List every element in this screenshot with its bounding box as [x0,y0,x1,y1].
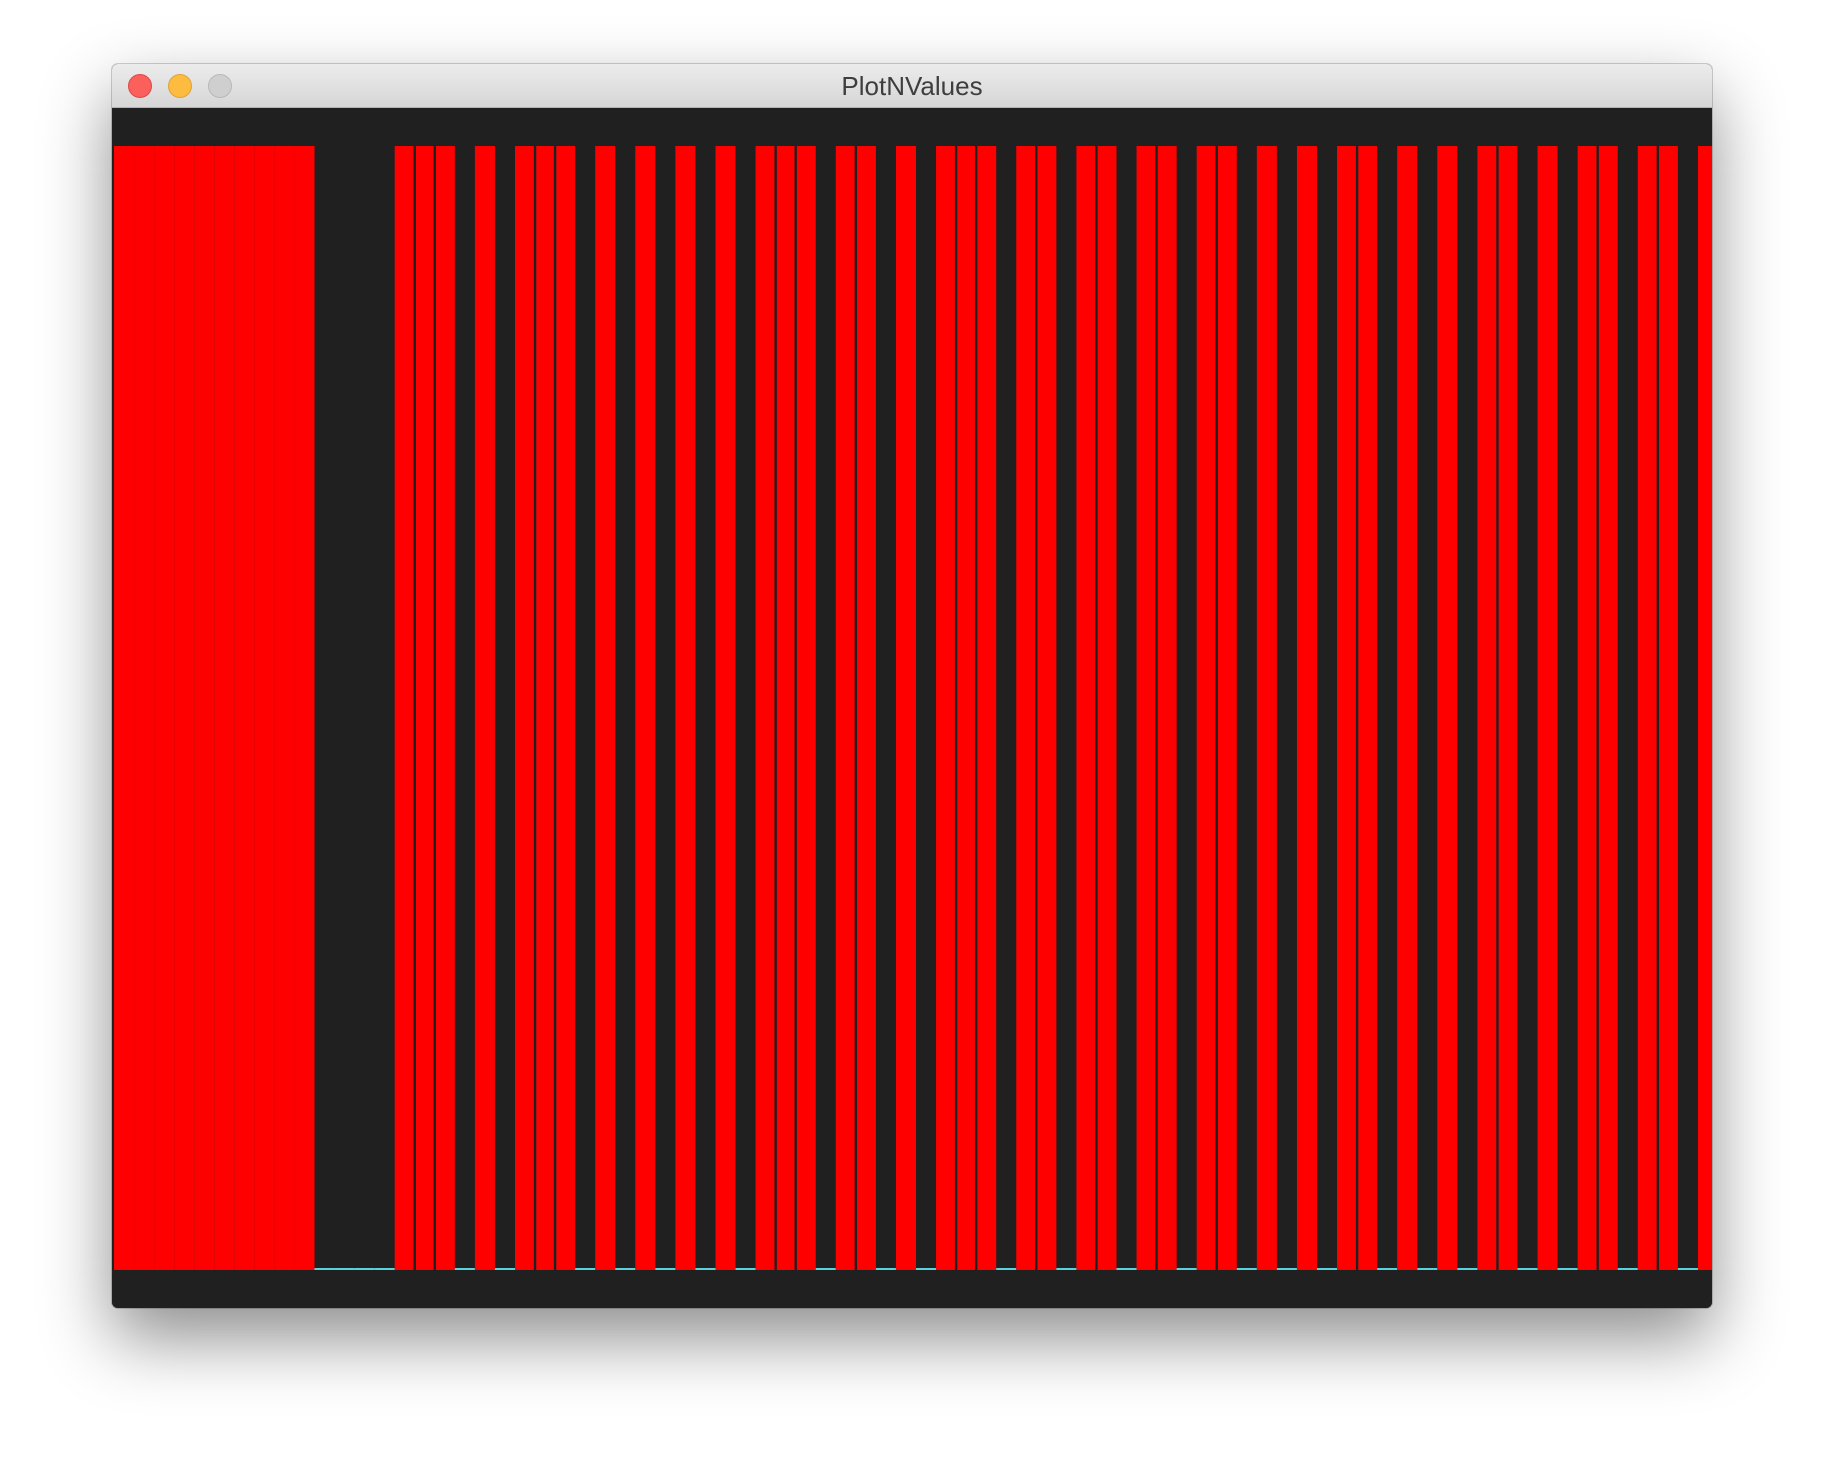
bar [434,146,455,1270]
bar [835,146,856,1270]
bar [1497,146,1518,1270]
bar [174,146,195,1270]
bar [976,146,997,1270]
bar [1136,146,1157,1270]
bar [595,146,616,1270]
bar [1256,146,1277,1270]
bar-separator [1656,146,1660,1270]
bar [1357,146,1378,1270]
bar-separator [433,146,436,1270]
bar [394,146,415,1270]
bar-plot [114,146,1712,1270]
bar [1637,146,1658,1270]
bar [254,146,275,1270]
bar-separator [794,146,797,1270]
bar [154,146,175,1270]
bar [715,146,736,1270]
bar [855,146,876,1270]
bar-separator [774,146,777,1270]
bar-separator [1095,146,1098,1270]
bar [1096,146,1117,1270]
bar [1577,146,1598,1270]
bar-separator [533,146,537,1270]
bar [1196,146,1217,1270]
bar [936,146,957,1270]
window-title: PlotNValues [841,71,983,101]
bar [1437,146,1458,1270]
bar [956,146,977,1270]
bar [1537,146,1558,1270]
bar-separator [1155,146,1158,1270]
bar [274,146,295,1270]
bar-separator [1355,146,1359,1270]
bar [234,146,255,1270]
bar [635,146,656,1270]
bar [1397,146,1418,1270]
bar-separator [854,146,858,1270]
bar [114,146,135,1270]
bar [675,146,696,1270]
bar [1477,146,1498,1270]
app-window: PlotNValues [112,64,1712,1308]
bar-separator [413,146,416,1270]
bar-separator [954,146,958,1270]
bar [1156,146,1177,1270]
bar [895,146,916,1270]
bar [535,146,556,1270]
bar-separator [974,146,978,1270]
bar [294,146,315,1270]
bar [755,146,776,1270]
bar [1216,146,1237,1270]
bar [1016,146,1037,1270]
bar [134,146,155,1270]
bar [1597,146,1618,1270]
bar [414,146,435,1270]
bar [1657,146,1678,1270]
bar [214,146,235,1270]
bar [1697,146,1712,1270]
title-bar[interactable]: PlotNValues [112,64,1712,108]
bar [775,146,796,1270]
bar-separator [1035,146,1038,1270]
bar-separator [1596,146,1599,1270]
bar [1296,146,1317,1270]
bar [515,146,536,1270]
plot-area [112,108,1712,1308]
bar [194,146,215,1270]
bar [474,146,495,1270]
bar [1076,146,1097,1270]
bar [1036,146,1057,1270]
bar-separator [1496,146,1499,1270]
bar [555,146,576,1270]
bar [795,146,816,1270]
bar [1337,146,1358,1270]
bar-separator [553,146,557,1270]
bar-separator [1215,146,1218,1270]
